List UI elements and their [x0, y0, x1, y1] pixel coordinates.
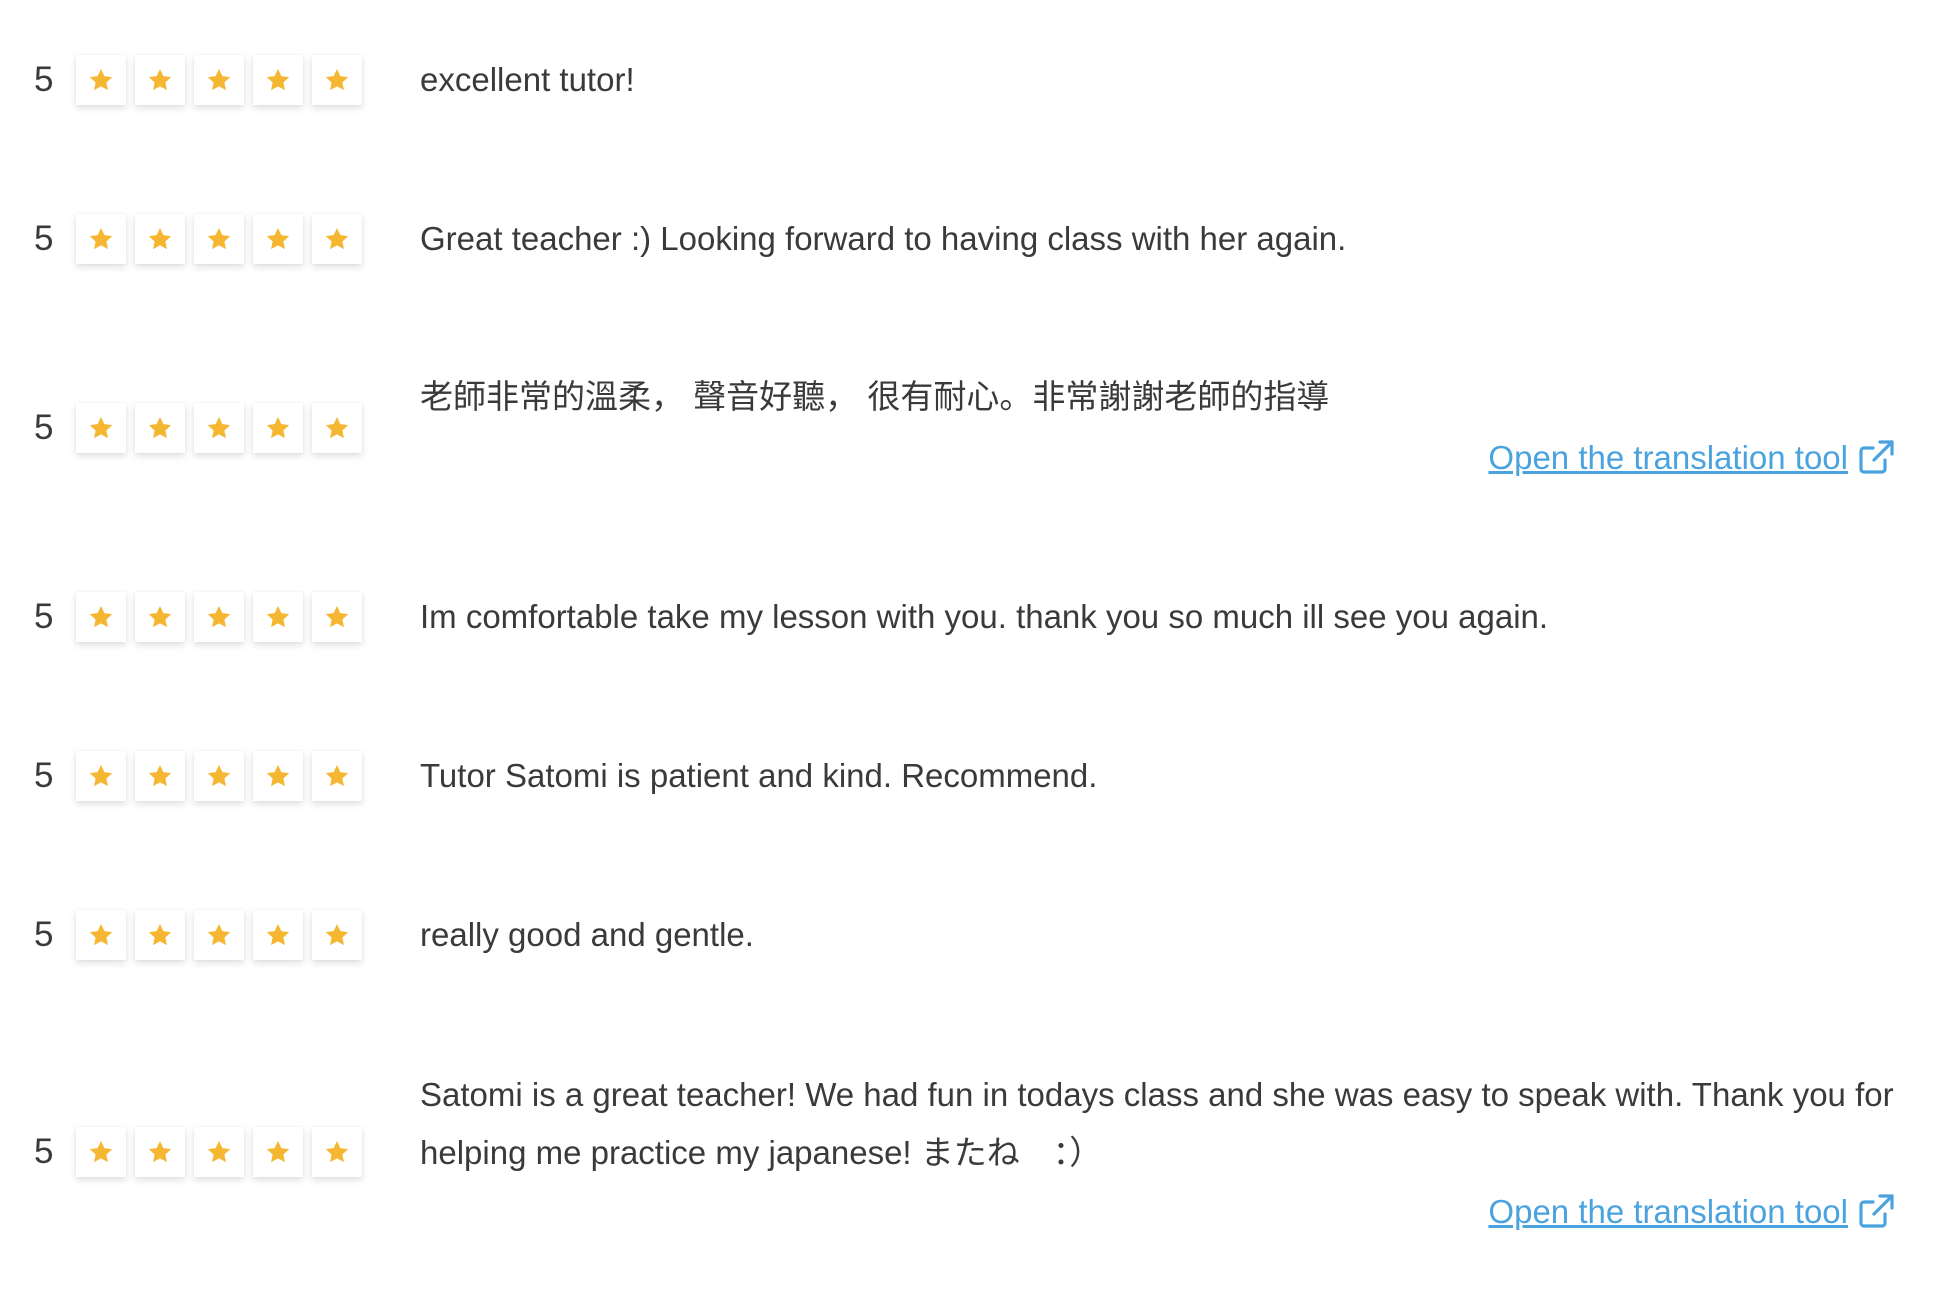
- review-comment: Great teacher :) Looking forward to havi…: [420, 220, 1347, 257]
- star-icon: [253, 403, 303, 453]
- star-icon: [194, 1127, 244, 1177]
- star-rating: [76, 214, 362, 264]
- star-rating: [76, 403, 362, 453]
- star-icon: [312, 592, 362, 642]
- star-rating: [76, 55, 362, 105]
- star-icon: [312, 403, 362, 453]
- rating-score: 5: [34, 1132, 54, 1171]
- star-icon: [312, 910, 362, 960]
- review-comment: Tutor Satomi is patient and kind. Recomm…: [420, 757, 1098, 794]
- star-icon: [194, 55, 244, 105]
- star-icon: [312, 751, 362, 801]
- star-icon: [253, 592, 303, 642]
- star-icon: [312, 214, 362, 264]
- star-icon: [253, 214, 303, 264]
- star-rating: [76, 592, 362, 642]
- star-rating: [76, 751, 362, 801]
- translation-link-label: Open the translation tool: [1488, 439, 1848, 476]
- rating-score: 5: [34, 756, 54, 795]
- review-list: 5 excellent tutor! 5 Great teacher :) Lo…: [0, 0, 1936, 1314]
- translation-link-label: Open the translation tool: [1488, 1193, 1848, 1230]
- star-icon: [135, 55, 185, 105]
- rating-score: 5: [34, 915, 54, 954]
- star-icon: [194, 403, 244, 453]
- star-icon: [253, 910, 303, 960]
- star-icon: [76, 403, 126, 453]
- star-icon: [76, 55, 126, 105]
- star-icon: [312, 55, 362, 105]
- star-icon: [76, 592, 126, 642]
- review-comment: excellent tutor!: [420, 61, 635, 98]
- rating-score: 5: [34, 60, 54, 99]
- star-icon: [135, 1127, 185, 1177]
- external-link-icon: [1856, 438, 1896, 478]
- review-comment: Im comfortable take my lesson with you. …: [420, 598, 1549, 635]
- star-icon: [76, 910, 126, 960]
- star-icon: [76, 1127, 126, 1177]
- star-icon: [253, 55, 303, 105]
- review-comment: Satomi is a great teacher! We had fun in…: [420, 1076, 1894, 1171]
- star-rating: [76, 1127, 362, 1177]
- star-icon: [194, 910, 244, 960]
- star-icon: [253, 1127, 303, 1177]
- star-icon: [194, 751, 244, 801]
- review-comment: really good and gentle.: [420, 916, 754, 953]
- rating-score: 5: [34, 219, 54, 258]
- external-link-icon: [1856, 1192, 1896, 1232]
- star-icon: [312, 1127, 362, 1177]
- rating-score: 5: [34, 597, 54, 636]
- rating-score: 5: [34, 408, 54, 447]
- star-icon: [135, 592, 185, 642]
- star-rating: [76, 910, 362, 960]
- star-icon: [194, 214, 244, 264]
- open-translation-tool-link[interactable]: Open the translation tool: [1488, 438, 1896, 478]
- open-translation-tool-link[interactable]: Open the translation tool: [1488, 1192, 1896, 1232]
- star-icon: [253, 751, 303, 801]
- star-icon: [76, 214, 126, 264]
- star-icon: [135, 910, 185, 960]
- star-icon: [194, 592, 244, 642]
- star-icon: [135, 214, 185, 264]
- star-icon: [135, 403, 185, 453]
- star-icon: [76, 751, 126, 801]
- star-icon: [135, 751, 185, 801]
- review-comment: 老師非常的溫柔， 聲音好聽， 很有耐心。非常謝謝老師的指導: [420, 378, 1330, 415]
